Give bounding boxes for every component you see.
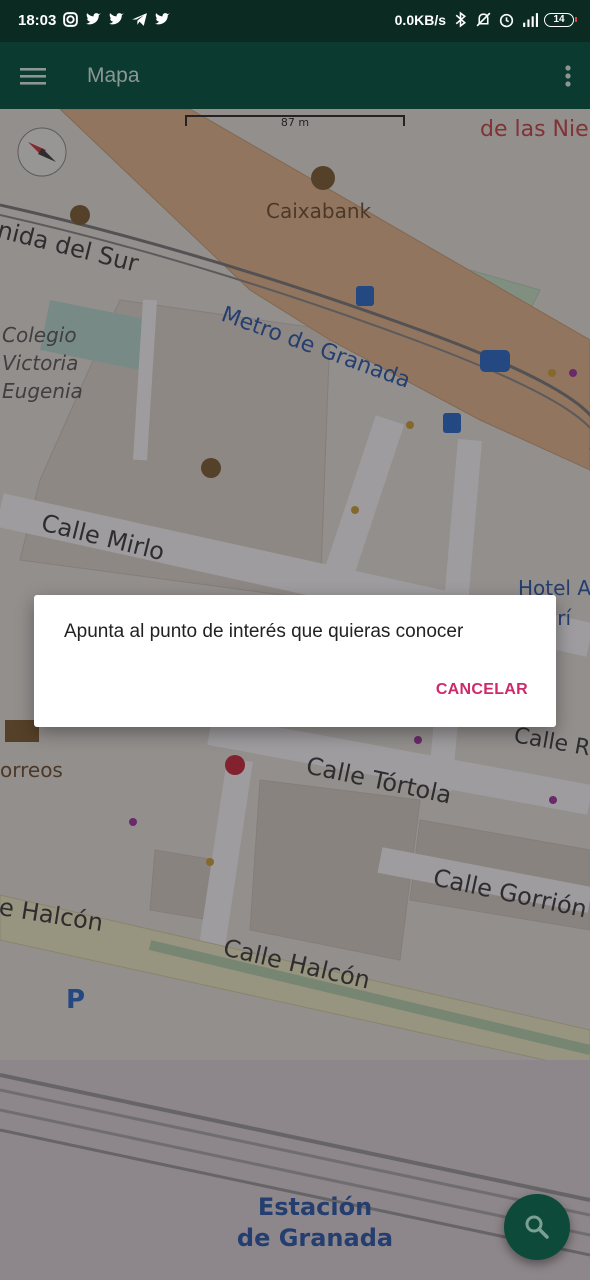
poi-dialog: Apunta al punto de interés que quieras c… bbox=[34, 595, 556, 727]
instagram-icon bbox=[63, 12, 78, 27]
telegram-icon bbox=[132, 13, 147, 26]
search-fab[interactable] bbox=[504, 1194, 570, 1260]
signal-icon bbox=[523, 13, 538, 27]
status-time: 18:03 bbox=[18, 12, 57, 29]
twitter-icon bbox=[109, 13, 124, 25]
alarm-icon bbox=[499, 13, 514, 28]
notification-icons bbox=[62, 11, 171, 28]
battery-icon: 14 bbox=[544, 12, 577, 27]
more-vert-icon[interactable] bbox=[564, 64, 572, 88]
network-speed: 0.0KB/s bbox=[394, 11, 446, 28]
cancel-button[interactable]: CANCELAR bbox=[436, 681, 528, 699]
bluetooth-icon bbox=[455, 11, 467, 28]
status-right: 0.0KB/s 14 bbox=[394, 11, 577, 28]
search-icon bbox=[525, 1215, 549, 1239]
mute-icon bbox=[476, 12, 491, 27]
twitter-icon bbox=[155, 13, 170, 25]
hamburger-menu-icon[interactable] bbox=[20, 66, 46, 86]
twitter-icon bbox=[86, 13, 101, 25]
dialog-message: Apunta al punto de interés que quieras c… bbox=[64, 621, 464, 642]
app-bar: Mapa bbox=[0, 42, 590, 109]
app-bar-title: Mapa bbox=[87, 64, 140, 87]
status-bar: 18:03 0.0KB/s 14 bbox=[0, 0, 590, 42]
